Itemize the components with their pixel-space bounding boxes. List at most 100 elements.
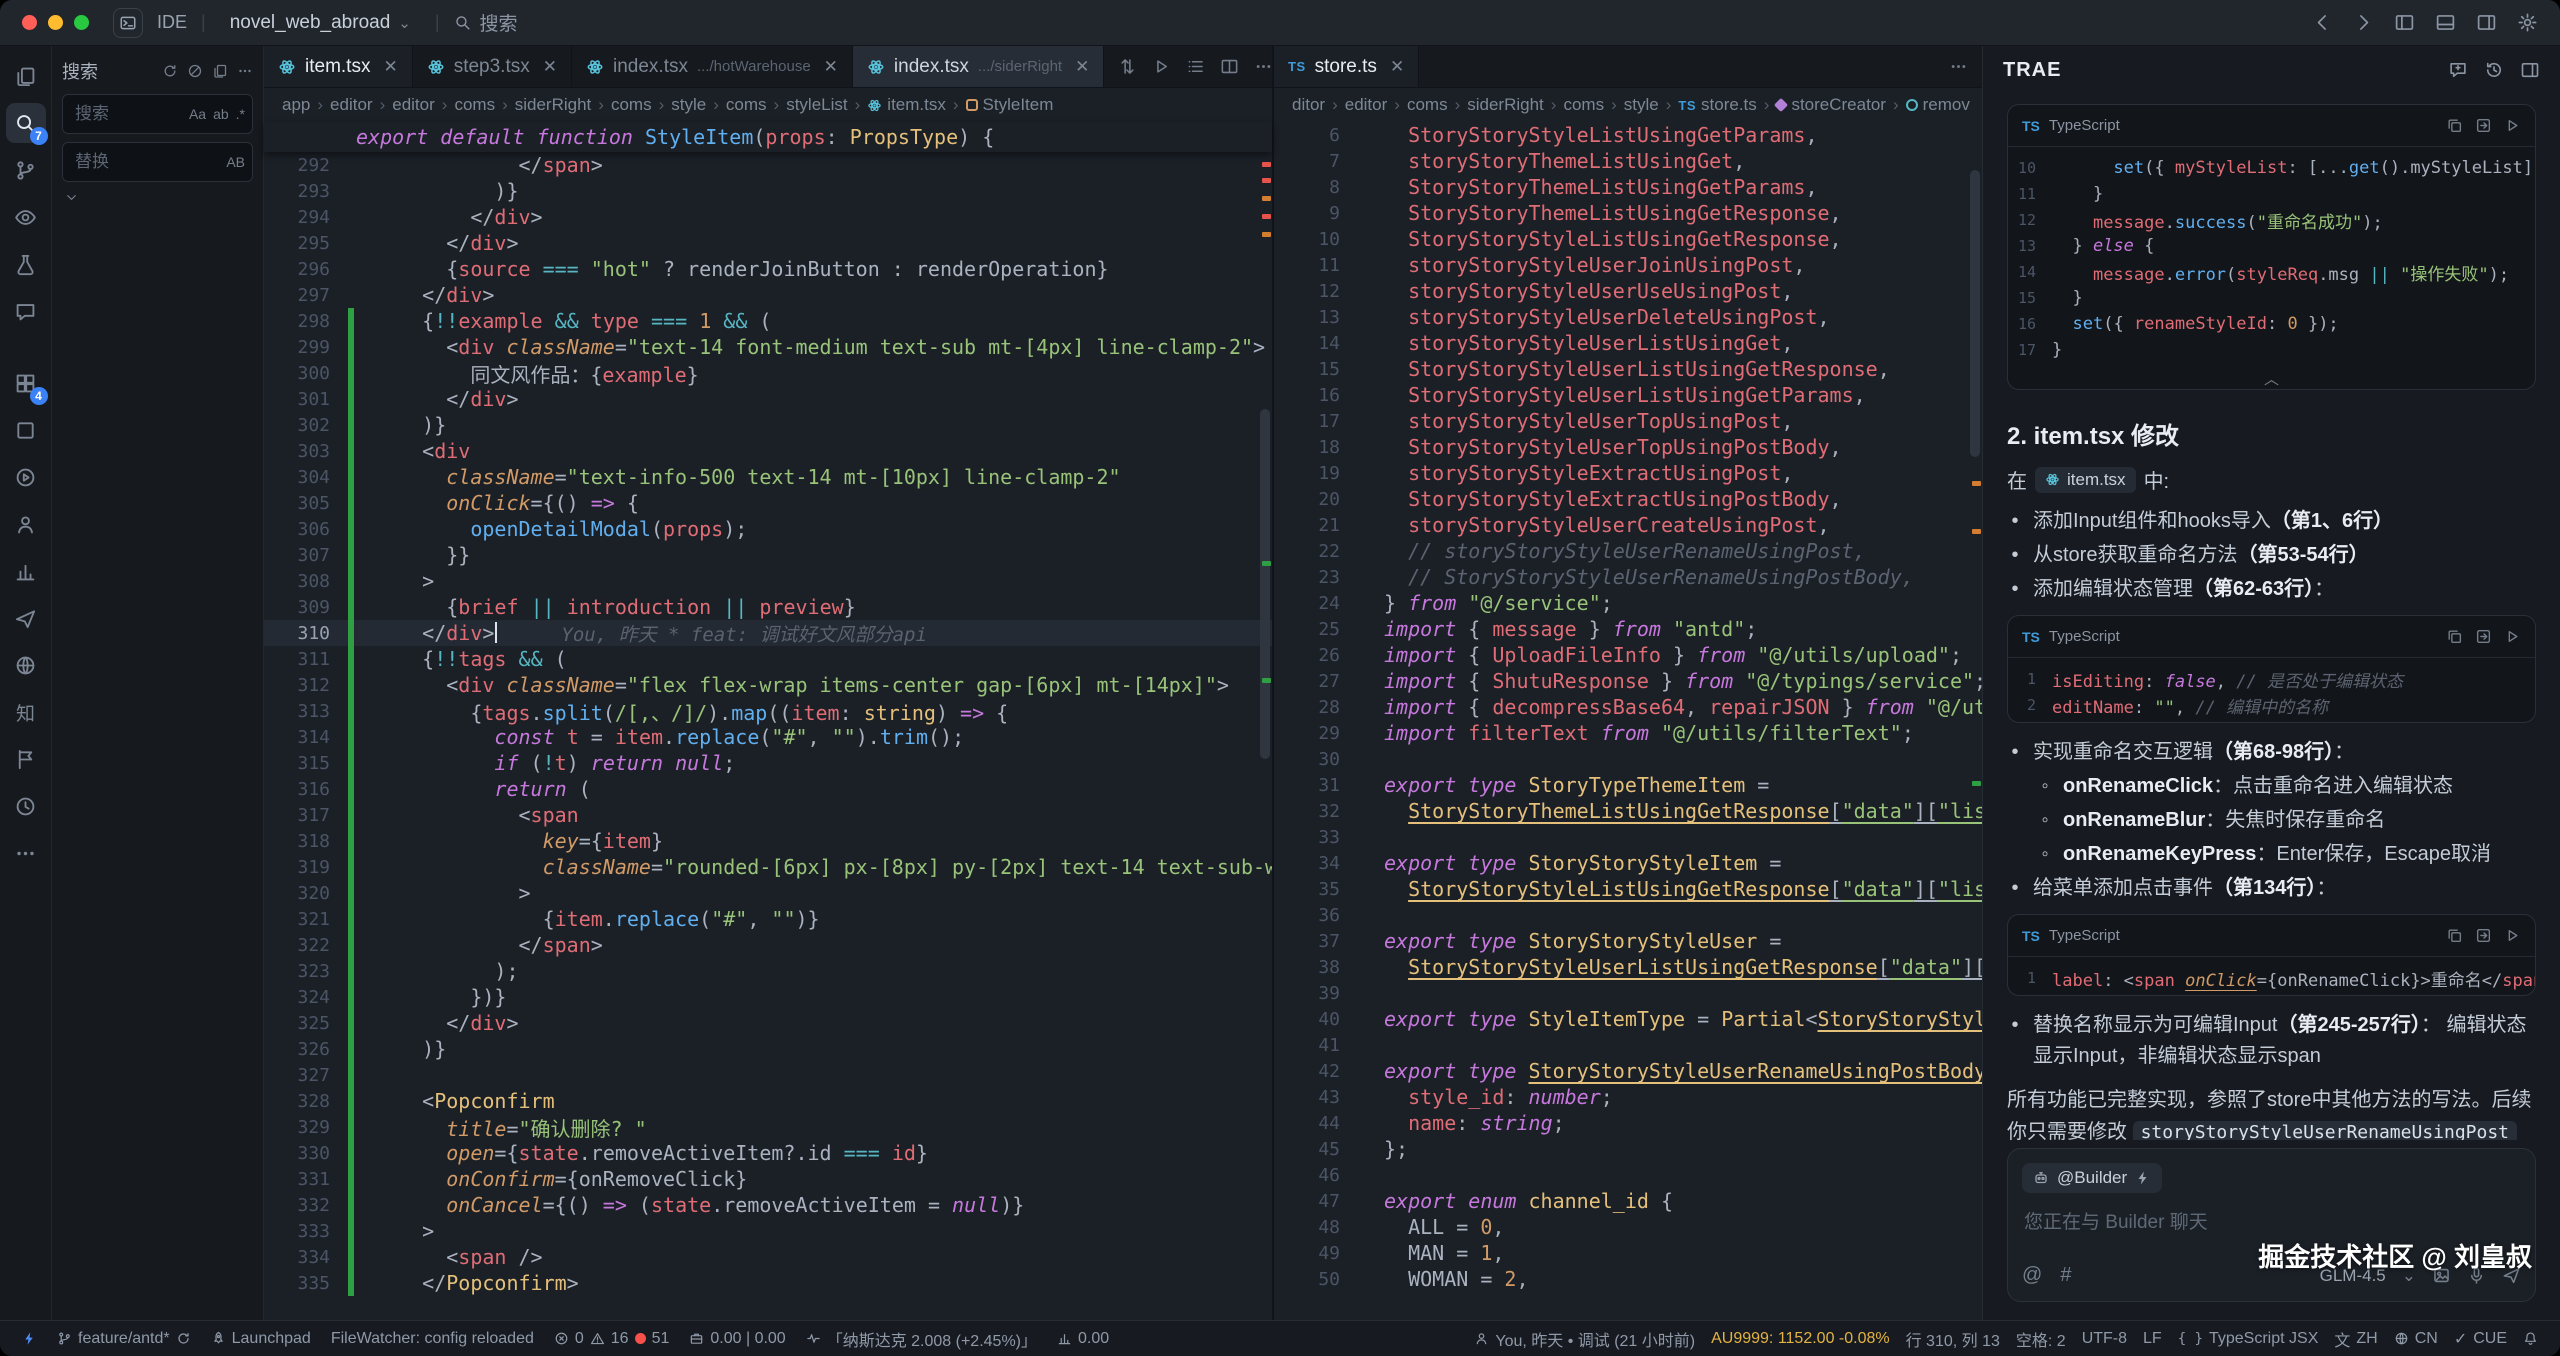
activitybar-testing[interactable] bbox=[6, 244, 46, 284]
code-line-316[interactable]: 316 return ( bbox=[264, 776, 1272, 802]
code-line-329[interactable]: 329 title="确认删除? " bbox=[264, 1114, 1272, 1140]
breadcrumb-item-coms[interactable]: coms bbox=[1407, 95, 1448, 115]
git-branch-status[interactable]: feature/antd* bbox=[49, 1321, 199, 1356]
code-line-321[interactable]: 321 {item.replace("#", "")} bbox=[264, 906, 1272, 932]
more-actions-icon[interactable] bbox=[1949, 57, 1968, 76]
code-line-298[interactable]: 298 {!!example && type === 1 && ( bbox=[264, 308, 1272, 334]
code-line-300[interactable]: 300 同文风作品：{example} bbox=[264, 360, 1272, 386]
notifications-button[interactable] bbox=[2515, 1321, 2546, 1356]
code-line-25[interactable]: 25import { message } from "antd"; bbox=[1274, 616, 1982, 642]
activitybar-run[interactable] bbox=[6, 457, 46, 497]
gold-price-status[interactable]: AU9999: 1152.00 -0.08% bbox=[1703, 1321, 1898, 1356]
code-line-32[interactable]: 32 StoryStoryThemeListUsingGetResponse["… bbox=[1274, 798, 1982, 824]
code-line-318[interactable]: 318 key={item} bbox=[264, 828, 1272, 854]
mention-button[interactable]: @ bbox=[2022, 1264, 2042, 1287]
code-line-22[interactable]: 22 // storyStoryStyleUserRenameUsingPost… bbox=[1274, 538, 1982, 564]
close-icon[interactable]: ✕ bbox=[543, 57, 557, 77]
activitybar-comments[interactable] bbox=[6, 291, 46, 331]
code-line-296[interactable]: 296 {source === "hot" ? renderJoinButton… bbox=[264, 256, 1272, 282]
regex-toggle[interactable]: .* bbox=[236, 106, 245, 122]
code-line-40[interactable]: 40export type StyleItemType = Partial<St… bbox=[1274, 1006, 1982, 1032]
code-line-47[interactable]: 47export enum channel_id { bbox=[1274, 1188, 1982, 1214]
breadcrumb-item-siderRight[interactable]: siderRight bbox=[515, 95, 592, 115]
replace-all-button[interactable]: AB bbox=[226, 154, 245, 170]
close-window-button[interactable] bbox=[22, 15, 37, 30]
code-line-293[interactable]: 293 )} bbox=[264, 178, 1272, 204]
cn-status[interactable]: CN bbox=[2386, 1321, 2446, 1356]
activitybar-search[interactable]: 7 bbox=[6, 103, 46, 143]
code-line-301[interactable]: 301 </div> bbox=[264, 386, 1272, 412]
code-line-305[interactable]: 305 onClick={() => { bbox=[264, 490, 1272, 516]
close-panel-icon[interactable] bbox=[2520, 60, 2540, 80]
code-line-16[interactable]: 16 StoryStoryStyleUserListUsingGetParams… bbox=[1274, 382, 1982, 408]
encoding-status[interactable]: UTF-8 bbox=[2074, 1321, 2135, 1356]
global-search[interactable]: 搜索 bbox=[454, 9, 518, 36]
code-line-18[interactable]: 18 StoryStoryStyleUserTopUsingPostBody, bbox=[1274, 434, 1982, 460]
outline-icon[interactable] bbox=[1186, 57, 1205, 76]
code-line-37[interactable]: 37export type StoryStoryStyleUser = bbox=[1274, 928, 1982, 954]
language-mode[interactable]: { } TypeScript JSX bbox=[2170, 1321, 2327, 1356]
code-line-14[interactable]: 14 storyStoryStyleUserListUsingGet, bbox=[1274, 330, 1982, 356]
breadcrumb-item-remov[interactable]: remov bbox=[1906, 95, 1970, 115]
whole-word-toggle[interactable]: ab bbox=[213, 106, 229, 122]
code-editor-item-tsx[interactable]: 292 </span>293 )}294 </div>295 </div>296… bbox=[264, 152, 1272, 1320]
history-icon[interactable] bbox=[2484, 60, 2504, 80]
replace-input[interactable] bbox=[62, 142, 253, 182]
code-line-303[interactable]: 303 <div bbox=[264, 438, 1272, 464]
breadcrumb-item-editor[interactable]: editor bbox=[330, 95, 373, 115]
toggle-sidebar-button[interactable] bbox=[2394, 12, 2415, 33]
minimize-window-button[interactable] bbox=[48, 15, 63, 30]
code-line-295[interactable]: 295 </div> bbox=[264, 230, 1272, 256]
code-line-299[interactable]: 299 <div className="text-14 font-medium … bbox=[264, 334, 1272, 360]
code-line-15[interactable]: 15 StoryStoryStyleUserListUsingGetRespon… bbox=[1274, 356, 1982, 382]
activitybar-stats[interactable] bbox=[6, 551, 46, 591]
activitybar-zhihu[interactable]: 知 bbox=[6, 692, 46, 732]
code-line-48[interactable]: 48 ALL = 0, bbox=[1274, 1214, 1982, 1240]
tab-index.tsx[interactable]: index.tsx.../hotWarehouse✕ bbox=[572, 46, 853, 87]
apply-code-icon[interactable] bbox=[2504, 117, 2521, 134]
stock-ticker[interactable]: 「纳斯达克 2.008 (+2.45%)」 bbox=[798, 1321, 1045, 1356]
code-line-20[interactable]: 20 StoryStoryStyleExtractUsingPostBody, bbox=[1274, 486, 1982, 512]
code-line-334[interactable]: 334 <span /> bbox=[264, 1244, 1272, 1270]
activitybar-web[interactable] bbox=[6, 645, 46, 685]
code-line-19[interactable]: 19 storyStoryStyleExtractUsingPost, bbox=[1274, 460, 1982, 486]
code-line-31[interactable]: 31export type StoryTypeThemeItem = bbox=[1274, 772, 1982, 798]
breadcrumb-item-editor[interactable]: editor bbox=[1345, 95, 1388, 115]
toggle-secondary-sidebar-button[interactable] bbox=[2476, 12, 2497, 33]
split-editor-icon[interactable] bbox=[1220, 57, 1239, 76]
breadcrumb[interactable]: ditor›editor›coms›siderRight›coms›style›… bbox=[1274, 88, 1982, 122]
clear-results-icon[interactable] bbox=[187, 63, 203, 79]
breadcrumb-item-StyleItem[interactable]: StyleItem bbox=[966, 95, 1054, 115]
code-line-294[interactable]: 294 </div> bbox=[264, 204, 1272, 230]
close-icon[interactable]: ✕ bbox=[824, 57, 838, 77]
copy-icon[interactable] bbox=[2446, 927, 2463, 944]
code-line-27[interactable]: 27import { ShutuResponse } from "@/typin… bbox=[1274, 668, 1982, 694]
open-in-editor-icon[interactable] bbox=[212, 63, 228, 79]
insert-code-icon[interactable] bbox=[2475, 628, 2492, 645]
cursor-position[interactable]: 行 310, 列 13 bbox=[1898, 1321, 2008, 1356]
code-line-324[interactable]: 324 })} bbox=[264, 984, 1272, 1010]
code-line-7[interactable]: 7 storyStoryThemeListUsingGet, bbox=[1274, 148, 1982, 174]
apply-code-icon[interactable] bbox=[2504, 927, 2521, 944]
apply-code-icon[interactable] bbox=[2504, 628, 2521, 645]
indentation-status[interactable]: 空格: 2 bbox=[2008, 1321, 2074, 1356]
code-line-34[interactable]: 34export type StoryStoryStyleItem = bbox=[1274, 850, 1982, 876]
activitybar-preview[interactable] bbox=[6, 197, 46, 237]
filewatcher-status[interactable]: FileWatcher: config reloaded bbox=[323, 1321, 542, 1356]
breadcrumb-item-style[interactable]: style bbox=[671, 95, 706, 115]
code-line-310[interactable]: 310 </div>You, 昨天 * feat: 调试好文风部分api bbox=[264, 620, 1272, 646]
code-editor-store-ts[interactable]: 6 StoryStoryStyleListUsingGetParams,7 st… bbox=[1274, 122, 1982, 1320]
code-line-23[interactable]: 23 // StoryStoryStyleUserRenameUsingPost… bbox=[1274, 564, 1982, 590]
code-line-327[interactable]: 327 bbox=[264, 1062, 1272, 1088]
collapse-card-icon[interactable]: ︿ bbox=[2008, 367, 2535, 389]
toggle-panel-button[interactable] bbox=[2435, 12, 2456, 33]
eol-status[interactable]: LF bbox=[2135, 1321, 2170, 1356]
navigate-forward-button[interactable] bbox=[2353, 12, 2374, 33]
translate-status[interactable]: 文 ZH bbox=[2326, 1321, 2385, 1356]
copy-icon[interactable] bbox=[2446, 628, 2463, 645]
code-line-309[interactable]: 309 {brief || introduction || preview} bbox=[264, 594, 1272, 620]
code-line-326[interactable]: 326 )} bbox=[264, 1036, 1272, 1062]
more-actions-icon[interactable] bbox=[1254, 57, 1273, 76]
breadcrumb-item-storeCreator[interactable]: storeCreator bbox=[1776, 95, 1885, 115]
insert-code-icon[interactable] bbox=[2475, 927, 2492, 944]
